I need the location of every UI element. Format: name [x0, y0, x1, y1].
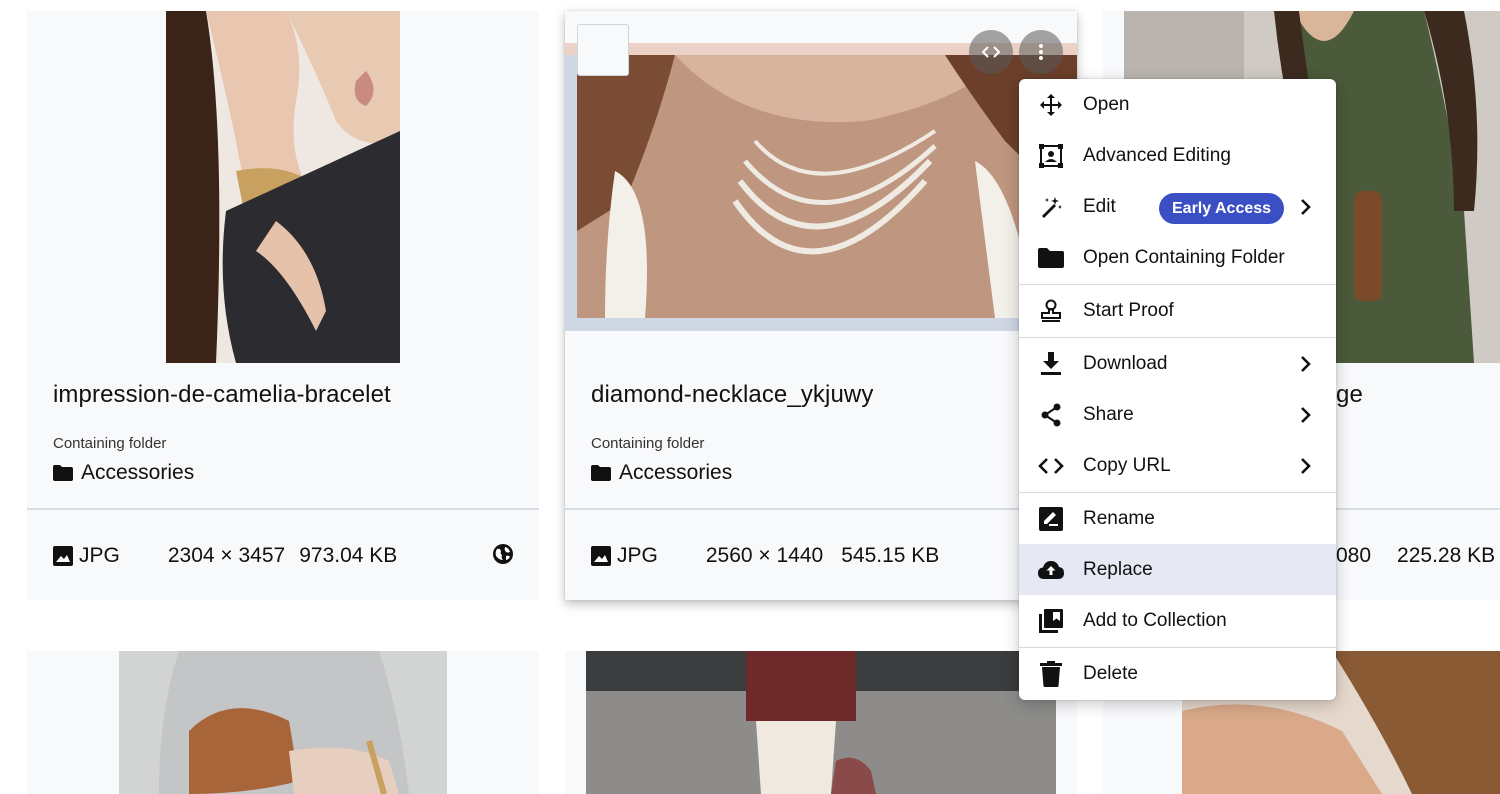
asset-card-street[interactable]	[565, 651, 1077, 794]
card-divider	[565, 508, 1077, 510]
asset-title[interactable]: impression-de-camelia-bracelet	[53, 381, 391, 409]
collection-icon	[1038, 608, 1064, 634]
asset-thumbnail-wallet[interactable]	[119, 651, 447, 794]
rename-icon	[1038, 506, 1064, 532]
folder-label: Containing folder	[53, 435, 167, 452]
chevron-right-icon	[1301, 355, 1311, 372]
face-frame-icon	[1038, 143, 1064, 169]
menu-item-label: Share	[1083, 403, 1134, 425]
menu-item-download[interactable]: Download	[1019, 338, 1336, 389]
menu-item-label: Rename	[1083, 507, 1155, 529]
menu-item-delete[interactable]: Delete	[1019, 648, 1336, 699]
asset-meta: JPG 2560 × 1440 545.15 KB	[591, 544, 939, 568]
asset-title[interactable]: diamond-necklace_ykjuwy	[591, 381, 873, 409]
menu-item-label: Download	[1083, 352, 1168, 374]
folder-icon	[1038, 245, 1064, 271]
file-size: 225.28 KB	[1397, 544, 1496, 567]
code-icon	[1038, 453, 1064, 479]
menu-item-label: Edit	[1083, 195, 1116, 217]
file-size: 545.15 KB	[841, 544, 940, 567]
menu-item-replace[interactable]: Replace	[1019, 544, 1336, 595]
asset-card-wallet[interactable]	[27, 651, 539, 794]
folder-link[interactable]: Accessories	[53, 461, 194, 485]
menu-item-label: Add to Collection	[1083, 609, 1227, 631]
trash-icon	[1038, 660, 1064, 687]
folder-label: Containing folder	[591, 435, 705, 452]
wallet-photo	[119, 651, 447, 794]
menu-item-open[interactable]: Open	[1019, 79, 1336, 130]
menu-item-add-to-collection[interactable]: Add to Collection	[1019, 595, 1336, 646]
share-icon	[1038, 402, 1064, 428]
menu-item-label: Advanced Editing	[1083, 144, 1231, 166]
asset-card-bracelet[interactable]: impression-de-camelia-bracelet Containin…	[27, 11, 539, 600]
code-icon	[982, 46, 1000, 58]
folder-name: Accessories	[81, 461, 195, 484]
image-icon	[53, 546, 73, 566]
menu-item-start-proof[interactable]: Start Proof	[1019, 285, 1336, 336]
more-vertical-icon	[1039, 44, 1043, 60]
folder-icon	[591, 465, 611, 481]
menu-item-label: Open Containing Folder	[1083, 246, 1285, 268]
file-dimensions: 2304 × 3457	[167, 544, 286, 567]
file-dimensions: 080	[1336, 544, 1372, 567]
cloud-upload-icon	[1038, 557, 1064, 583]
menu-item-label: Start Proof	[1083, 299, 1174, 321]
globe-icon[interactable]	[491, 542, 515, 566]
asset-thumbnail-street[interactable]	[586, 651, 1056, 794]
select-checkbox[interactable]	[577, 24, 629, 76]
download-icon	[1038, 351, 1064, 377]
bracelet-photo	[166, 11, 400, 363]
menu-item-label: Delete	[1083, 662, 1138, 684]
context-menu: Open Advanced Editing Edit Early Access …	[1019, 79, 1336, 700]
file-size: 973.04 KB	[299, 544, 398, 567]
street-photo	[586, 651, 1056, 794]
menu-item-copy-url[interactable]: Copy URL	[1019, 440, 1336, 491]
asset-meta: 080 225.28 KB	[1336, 544, 1495, 568]
menu-item-open-containing-folder[interactable]: Open Containing Folder	[1019, 232, 1336, 283]
file-dimensions: 2560 × 1440	[705, 544, 824, 567]
menu-item-label: Copy URL	[1083, 454, 1171, 476]
folder-link[interactable]: Accessories	[591, 461, 732, 485]
folder-name: Accessories	[619, 461, 733, 484]
menu-item-advanced-editing[interactable]: Advanced Editing	[1019, 130, 1336, 181]
menu-item-label: Replace	[1083, 558, 1153, 580]
early-access-badge: Early Access	[1159, 193, 1285, 224]
more-options-button[interactable]	[1019, 30, 1063, 74]
asset-thumbnail-bracelet[interactable]	[166, 11, 400, 363]
asset-meta: JPG 2304 × 3457 973.04 KB	[53, 544, 515, 568]
chevron-right-icon	[1301, 457, 1311, 474]
magic-wand-icon	[1038, 194, 1064, 220]
menu-item-share[interactable]: Share	[1019, 389, 1336, 440]
folder-icon	[53, 465, 73, 481]
file-type: JPG	[591, 544, 658, 568]
file-type: JPG	[53, 544, 120, 568]
image-icon	[591, 546, 611, 566]
menu-item-edit[interactable]: Edit Early Access	[1019, 181, 1336, 232]
menu-item-label: Open	[1083, 93, 1130, 115]
stamp-icon	[1038, 298, 1064, 324]
card-divider	[27, 508, 539, 510]
asset-title-fragment[interactable]: ge	[1336, 381, 1363, 409]
chevron-right-icon	[1301, 406, 1311, 423]
embed-button[interactable]	[969, 30, 1013, 74]
chevron-right-icon	[1301, 198, 1311, 215]
asset-card-necklace[interactable]: diamond-necklace_ykjuwy Containing folde…	[565, 11, 1077, 600]
move-arrows-icon	[1038, 92, 1064, 118]
menu-item-rename[interactable]: Rename	[1019, 493, 1336, 544]
